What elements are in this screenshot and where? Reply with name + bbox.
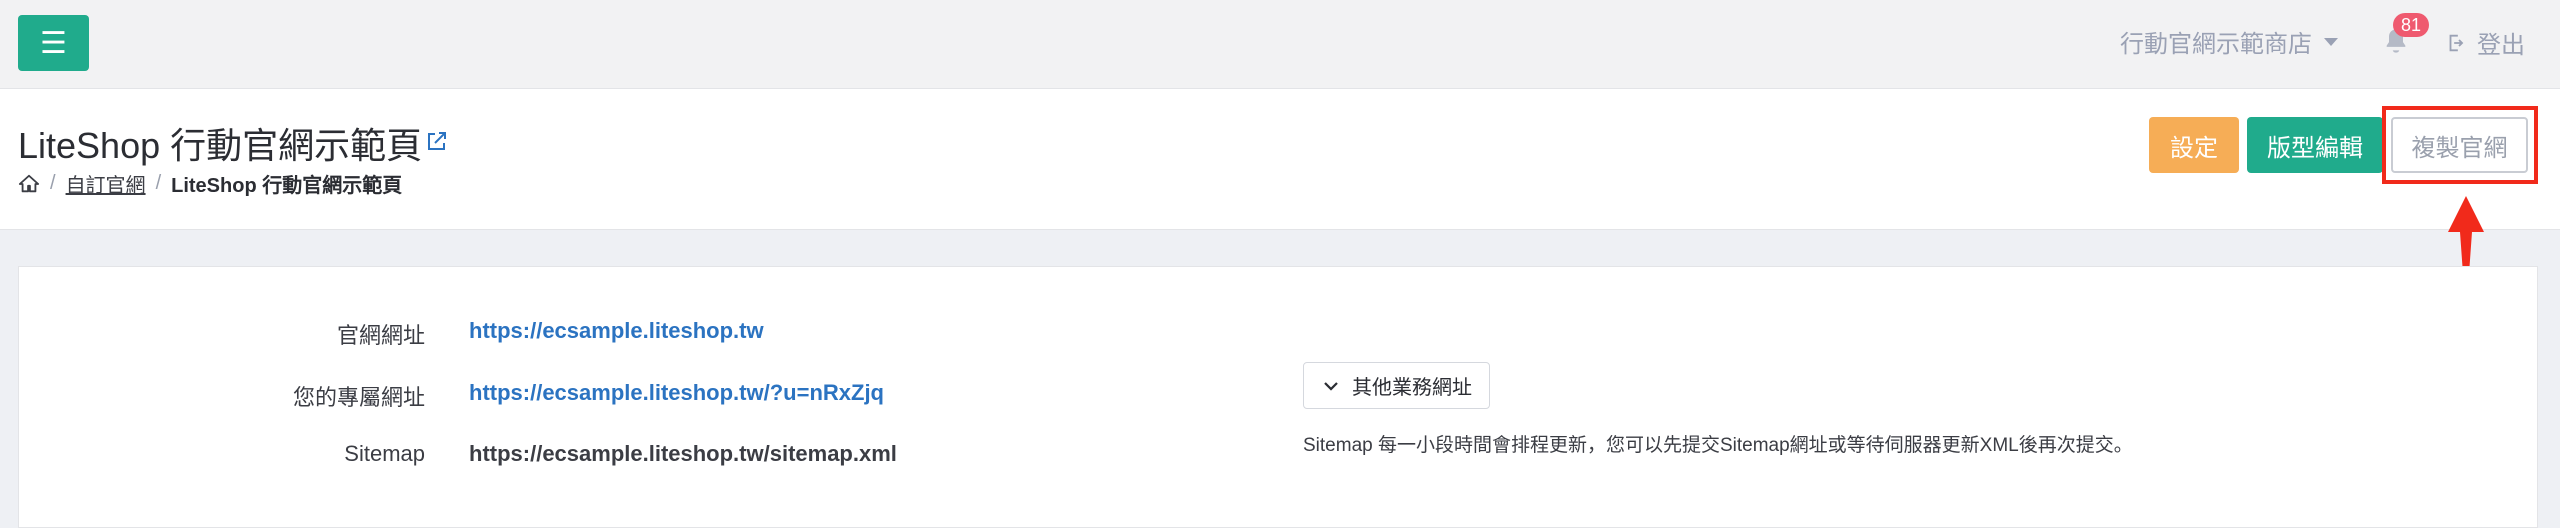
menu-icon: ☰ xyxy=(40,26,67,60)
sitemap-label: Sitemap xyxy=(344,441,425,466)
breadcrumb-current: LiteShop 行動官網示範頁 xyxy=(171,175,403,197)
page-title: LiteShop 行動官網示範頁 xyxy=(18,125,423,166)
sitemap-url: https://ecsample.liteshop.tw/sitemap.xml xyxy=(469,441,897,466)
top-navbar: ☰ 行動官網示範商店 81 登出 xyxy=(0,0,2560,89)
logout-link[interactable]: 登出 xyxy=(2445,25,2525,60)
highlight-box xyxy=(2382,106,2538,184)
notification-badge: 81 xyxy=(2393,13,2430,37)
site-url-label: 官網網址 xyxy=(336,323,425,348)
layout-editor-button[interactable]: 版型編輯 xyxy=(2247,117,2383,173)
sitemap-note: Sitemap 每一小段時間會排程更新，您可以先提交Sitemap網址或等待伺服… xyxy=(1303,435,2133,456)
logout-label: 登出 xyxy=(2477,32,2525,59)
other-urls-label: 其他業務網址 xyxy=(1352,377,1472,399)
home-icon[interactable] xyxy=(18,173,40,195)
store-selector-dropdown[interactable]: 行動官網示範商店 xyxy=(2120,24,2338,59)
logout-icon xyxy=(2449,34,2464,51)
caret-down-icon xyxy=(2324,37,2338,46)
hamburger-menu-button[interactable]: ☰ xyxy=(18,15,89,71)
breadcrumb: / 自訂官網 / LiteShop 行動官網示範頁 xyxy=(18,169,402,198)
breadcrumb-separator: / xyxy=(50,172,56,194)
store-name: 行動官網示範商店 xyxy=(2120,31,2312,58)
personal-url-label: 您的專屬網址 xyxy=(292,385,425,410)
site-url-link[interactable]: https://ecsample.liteshop.tw xyxy=(469,318,764,344)
personal-url-link[interactable]: https://ecsample.liteshop.tw/?u=nRxZjq xyxy=(469,380,884,406)
chevron-down-icon xyxy=(1324,381,1338,391)
other-urls-toggle-button[interactable]: 其他業務網址 xyxy=(1303,362,1490,409)
external-link-icon[interactable] xyxy=(425,129,449,153)
settings-button[interactable]: 設定 xyxy=(2149,117,2239,173)
breadcrumb-separator: / xyxy=(155,172,162,194)
breadcrumb-parent-link[interactable]: 自訂官網 xyxy=(66,169,146,198)
